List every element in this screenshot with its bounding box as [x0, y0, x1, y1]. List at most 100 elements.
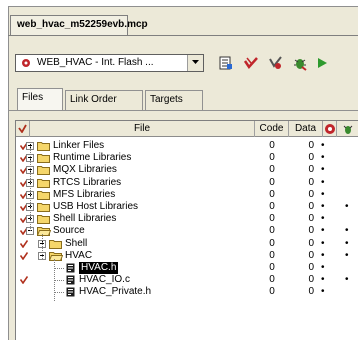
folder-row[interactable]: RTCS Libraries 0 0 • — [16, 177, 358, 189]
data-size: 0 — [308, 225, 314, 237]
file-row[interactable]: HVAC.h 0 0 • — [16, 261, 358, 275]
project-title-tab[interactable]: web_hvac_m52259evb.mcp — [10, 15, 148, 35]
folder-row[interactable]: Linker Files 0 0 • — [16, 140, 358, 152]
run-icon[interactable] — [314, 55, 330, 71]
data-size: 0 — [308, 237, 314, 249]
file-name: HVAC_Private.h — [79, 286, 152, 298]
touch-checkmark-icon[interactable] — [20, 276, 28, 285]
code-size: 0 — [269, 286, 275, 298]
file-column-header[interactable]: File — [30, 121, 255, 137]
file-name: HVAC_IO.c — [79, 274, 130, 286]
target-inclusion-dot[interactable]: • — [321, 250, 325, 262]
file-name: Shell Libraries — [53, 213, 117, 225]
data-size: 0 — [308, 213, 314, 225]
target-inclusion-dot[interactable]: • — [321, 177, 325, 189]
folder-row[interactable]: Runtime Libraries 0 0 • — [16, 152, 358, 164]
code-size: 0 — [269, 225, 275, 237]
file-name: HVAC — [65, 249, 93, 261]
touch-checkmark-icon[interactable] — [20, 239, 28, 248]
target-dropdown[interactable]: WEB_HVAC - Int. Flash ... — [15, 54, 204, 72]
data-size: 0 — [308, 140, 314, 151]
code-size: 0 — [269, 176, 275, 188]
folder-icon — [37, 203, 50, 212]
file-name: Runtime Libraries — [53, 152, 132, 164]
code-size: 0 — [269, 262, 275, 273]
target-inclusion-dot[interactable]: • — [321, 152, 325, 164]
folder-row[interactable]: MFS Libraries 0 0 • — [16, 189, 358, 201]
folder-row[interactable]: USB Host Libraries 0 0 • • — [16, 201, 358, 213]
folder-icon — [37, 215, 50, 225]
folder-row[interactable]: Source 0 0 • • — [16, 225, 358, 237]
file-list[interactable]: File Code Data Linker Files 0 0 • Runtime Li… — [15, 120, 358, 340]
target-inclusion-dot[interactable]: • — [321, 225, 325, 237]
file-name: Linker Files — [53, 140, 105, 151]
file-name: MFS Libraries — [53, 188, 116, 200]
folder-icon — [37, 178, 50, 188]
file-name: RTCS Libraries — [53, 176, 122, 188]
folder-icon — [37, 166, 50, 176]
tree-connector — [54, 292, 64, 294]
tab-divider — [8, 110, 358, 111]
debug-inclusion-dot[interactable]: • — [345, 274, 349, 286]
data-size: 0 — [308, 164, 314, 176]
data-size: 0 — [308, 201, 314, 212]
target-inclusion-dot[interactable]: • — [321, 189, 325, 201]
debug-inclusion-dot[interactable]: • — [345, 250, 349, 262]
target-inclusion-dot[interactable]: • — [321, 164, 325, 176]
debug-column-header[interactable] — [337, 121, 358, 137]
tab-targets[interactable]: Targets — [145, 90, 203, 110]
code-size: 0 — [269, 152, 275, 164]
title-divider — [8, 35, 358, 36]
debug-inclusion-dot[interactable]: • — [345, 201, 349, 213]
folder-row[interactable]: Shell 0 0 • • — [16, 238, 358, 250]
code-column-header[interactable]: Code — [255, 121, 289, 137]
data-size: 0 — [308, 262, 314, 273]
code-size: 0 — [269, 140, 275, 151]
target-icon — [22, 59, 30, 67]
chevron-down-icon[interactable] — [187, 55, 203, 71]
target-inclusion-dot[interactable]: • — [321, 201, 325, 213]
tab-link-order[interactable]: Link Order — [65, 90, 143, 110]
tree-connector — [42, 234, 43, 259]
code-size: 0 — [269, 201, 275, 212]
touch-column-header[interactable] — [16, 121, 30, 137]
tree-connector — [54, 280, 64, 282]
folder-icon — [37, 142, 50, 151]
debug-icon[interactable] — [292, 55, 308, 71]
folder-icon — [49, 251, 63, 261]
tab-files[interactable]: Files — [17, 88, 63, 110]
code-size: 0 — [269, 213, 275, 225]
code-size: 0 — [269, 249, 275, 261]
file-name: MQX Libraries — [53, 164, 117, 176]
folder-row[interactable]: HVAC 0 0 • • — [16, 250, 358, 262]
file-list-header: File Code Data — [16, 121, 358, 137]
target-inclusion-dot[interactable]: • — [321, 274, 325, 286]
target-dropdown-value: WEB_HVAC - Int. Flash ... — [37, 57, 154, 68]
synchronize-icon[interactable] — [243, 55, 259, 71]
code-size: 0 — [269, 237, 275, 249]
file-row[interactable]: HVAC_Private.h 0 0 • — [16, 286, 358, 298]
touch-checkmark-icon[interactable] — [20, 251, 28, 260]
source-file-icon — [66, 287, 75, 297]
data-column-header[interactable]: Data — [289, 121, 323, 137]
folder-row[interactable]: MQX Libraries 0 0 • — [16, 164, 358, 176]
file-row[interactable]: HVAC_IO.c 0 0 • • — [16, 274, 358, 286]
folder-icon — [37, 190, 50, 200]
code-size: 0 — [269, 274, 275, 286]
target-inclusion-dot[interactable]: • — [321, 140, 325, 152]
make-icon[interactable] — [267, 55, 283, 71]
data-size: 0 — [308, 188, 314, 200]
file-name: USB Host Libraries — [53, 201, 139, 212]
target-inclusion-dot[interactable]: • — [321, 213, 325, 225]
data-size: 0 — [308, 274, 314, 286]
debug-inclusion-dot[interactable]: • — [345, 238, 349, 250]
target-column-header[interactable] — [323, 121, 337, 137]
code-size: 0 — [269, 188, 275, 200]
target-inclusion-dot[interactable]: • — [321, 286, 325, 298]
target-inclusion-dot[interactable]: • — [321, 238, 325, 250]
target-inclusion-dot[interactable]: • — [321, 262, 325, 274]
debug-inclusion-dot[interactable]: • — [345, 225, 349, 237]
target-settings-icon[interactable] — [218, 55, 234, 71]
folder-row[interactable]: Shell Libraries 0 0 • — [16, 213, 358, 225]
tree-connector — [30, 146, 31, 232]
